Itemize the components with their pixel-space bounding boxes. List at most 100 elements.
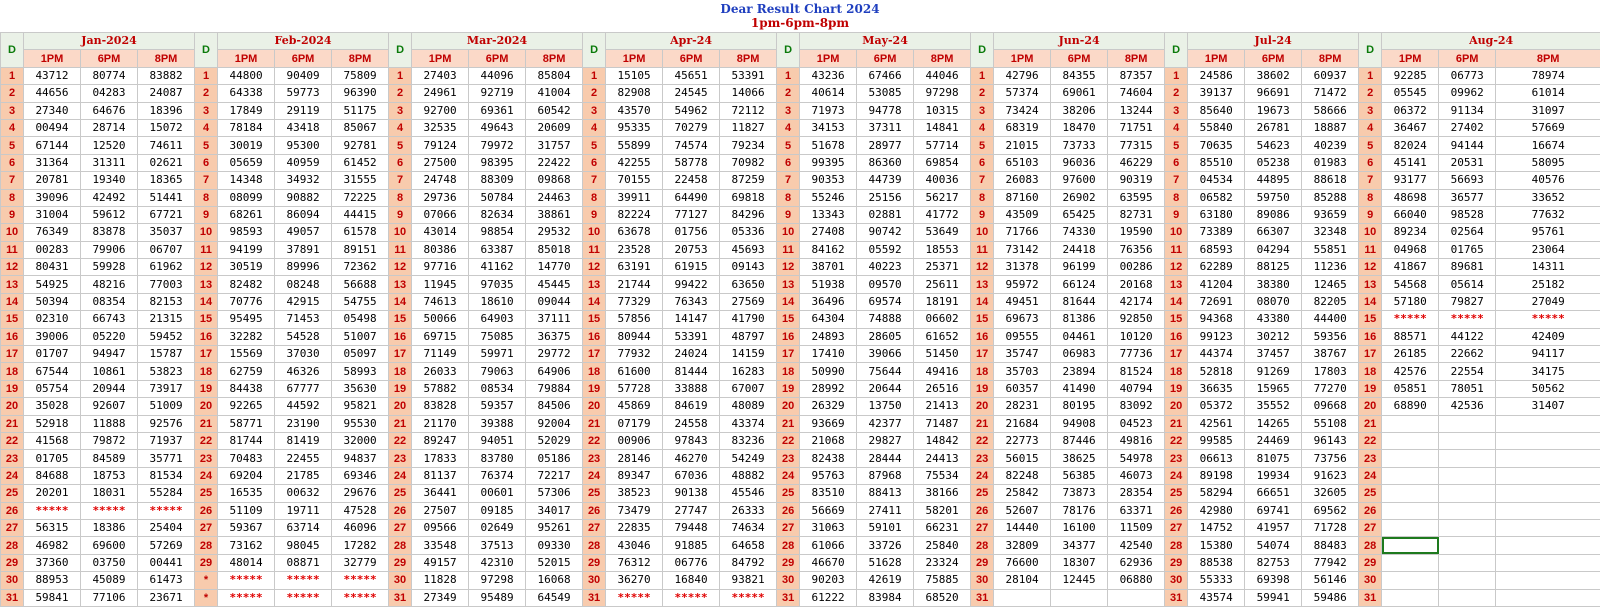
result-cell[interactable]: 23190 [275,415,332,432]
result-cell[interactable]: 41957 [1245,519,1302,536]
result-cell[interactable]: 69346 [332,467,389,484]
result-cell[interactable]: 29119 [275,102,332,119]
day-cell[interactable]: 9 [583,206,606,223]
day-cell[interactable]: 21 [777,415,800,432]
result-cell[interactable]: 67544 [24,363,81,380]
day-cell[interactable]: 22 [971,432,994,449]
result-cell[interactable]: 68890 [1382,398,1439,415]
result-cell[interactable]: 16674 [1496,137,1600,154]
result-cell[interactable]: 90138 [663,485,720,502]
day-cell[interactable]: 27 [971,519,994,536]
result-cell[interactable]: 89681 [1439,259,1496,276]
result-cell[interactable]: 04968 [1382,241,1439,258]
day-cell[interactable]: 28 [971,537,994,554]
result-cell[interactable]: 98854 [469,224,526,241]
result-cell[interactable]: 48216 [81,276,138,293]
result-cell[interactable]: 71728 [1302,519,1359,536]
result-cell[interactable]: 48014 [218,554,275,571]
result-cell[interactable]: 74888 [857,311,914,328]
result-cell[interactable]: 27500 [412,154,469,171]
result-cell[interactable]: 59928 [81,259,138,276]
result-cell[interactable]: 13750 [857,398,914,415]
result-cell[interactable] [1382,450,1439,467]
day-cell[interactable]: 14 [971,293,994,310]
result-cell[interactable] [1496,415,1600,432]
result-cell[interactable]: 14066 [720,85,777,102]
result-cell[interactable]: 36270 [606,572,663,589]
day-cell[interactable]: 30 [1165,572,1188,589]
result-cell[interactable]: 44122 [1439,328,1496,345]
result-cell[interactable]: 31407 [1496,398,1600,415]
day-cell[interactable]: 11 [777,241,800,258]
result-cell[interactable]: 32348 [1302,224,1359,241]
day-cell[interactable]: 30 [389,572,412,589]
result-cell[interactable]: 73756 [1302,450,1359,467]
result-cell[interactable]: 45651 [663,67,720,84]
result-cell[interactable]: 31378 [994,259,1051,276]
day-cell[interactable]: 24 [195,467,218,484]
result-cell[interactable]: 88483 [1302,537,1359,554]
result-cell[interactable]: 05851 [1382,380,1439,397]
day-cell[interactable]: 24 [583,467,606,484]
result-cell[interactable]: 51175 [332,102,389,119]
result-cell[interactable]: 95261 [526,519,583,536]
day-cell[interactable]: 4 [1,119,24,136]
result-cell[interactable]: 63650 [720,276,777,293]
result-cell[interactable]: 98395 [469,154,526,171]
result-cell[interactable]: 71453 [275,311,332,328]
result-cell[interactable]: 60542 [526,102,583,119]
result-cell[interactable]: 55108 [1302,415,1359,432]
result-cell[interactable]: 42561 [1188,415,1245,432]
day-cell[interactable]: 12 [195,259,218,276]
result-cell[interactable]: 42492 [81,189,138,206]
result-cell[interactable]: 14348 [218,172,275,189]
result-cell[interactable]: 44800 [218,67,275,84]
result-cell[interactable]: 59773 [275,85,332,102]
day-cell[interactable]: 23 [1165,450,1188,467]
result-cell[interactable]: 16840 [663,572,720,589]
day-cell[interactable]: 6 [1359,154,1382,171]
result-cell[interactable]: 61600 [606,363,663,380]
result-cell[interactable]: 89151 [332,241,389,258]
day-cell[interactable]: 22 [1359,432,1382,449]
day-cell[interactable]: 28 [1165,537,1188,554]
result-cell[interactable]: 82731 [1108,206,1165,223]
result-cell[interactable]: 90742 [857,224,914,241]
day-cell[interactable]: 2 [971,85,994,102]
result-cell[interactable]: 90203 [800,572,857,589]
result-cell[interactable]: 97716 [412,259,469,276]
result-cell[interactable]: 81386 [1051,311,1108,328]
result-cell[interactable]: 01756 [663,224,720,241]
result-cell[interactable]: 54978 [1108,450,1165,467]
day-cell[interactable]: 25 [1359,485,1382,502]
day-cell[interactable]: 21 [971,415,994,432]
result-cell[interactable]: 54925 [24,276,81,293]
result-cell[interactable]: 25611 [914,276,971,293]
result-cell[interactable]: 40223 [857,259,914,276]
result-cell[interactable]: 98045 [275,537,332,554]
result-cell[interactable]: 94778 [857,102,914,119]
result-cell[interactable]: 84619 [663,398,720,415]
result-cell[interactable]: 72112 [720,102,777,119]
day-cell[interactable]: 28 [583,537,606,554]
day-cell[interactable]: 31 [389,589,412,606]
day-cell[interactable]: 13 [389,276,412,293]
result-cell[interactable]: 35747 [994,346,1051,363]
result-cell[interactable]: 52818 [1188,363,1245,380]
day-cell[interactable]: 13 [1,276,24,293]
result-cell[interactable]: 27402 [1439,119,1496,136]
day-cell[interactable]: 22 [777,432,800,449]
result-cell[interactable]: 51450 [914,346,971,363]
result-cell[interactable]: 22554 [1439,363,1496,380]
result-cell[interactable]: 28992 [800,380,857,397]
result-cell[interactable]: 33652 [1496,189,1600,206]
day-cell[interactable]: 30 [1359,572,1382,589]
day-cell[interactable]: 15 [389,311,412,328]
day-cell[interactable]: 10 [1,224,24,241]
day-cell[interactable]: 25 [971,485,994,502]
result-cell[interactable]: 83984 [857,589,914,606]
result-cell[interactable]: 45546 [720,485,777,502]
result-cell[interactable]: 96143 [1302,432,1359,449]
day-cell[interactable]: 6 [583,154,606,171]
result-cell[interactable]: 40614 [800,85,857,102]
